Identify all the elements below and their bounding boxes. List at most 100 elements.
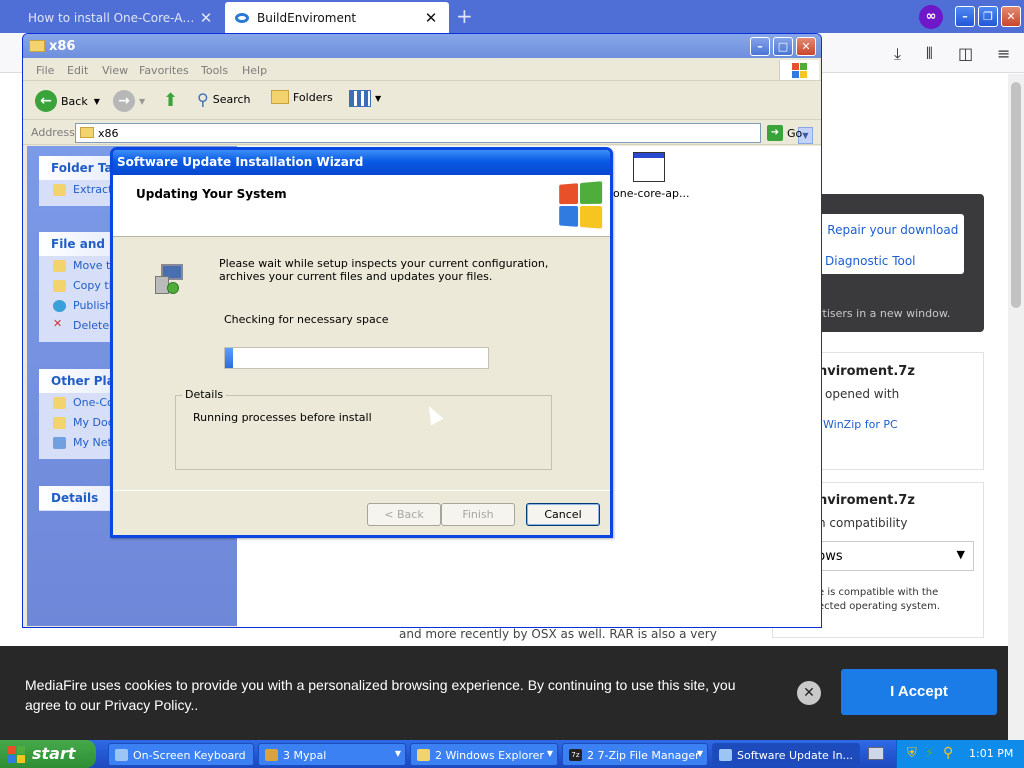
copy-icon bbox=[53, 280, 66, 292]
compat-note-2: ected operating system. bbox=[818, 601, 941, 612]
winzip-link[interactable]: WinZip for PC bbox=[823, 418, 898, 431]
views-button[interactable]: ▼ bbox=[349, 90, 381, 107]
task-label: Software Update In... bbox=[737, 749, 854, 762]
up-folder-button[interactable]: ⬆ bbox=[163, 90, 178, 111]
back-button[interactable]: < Back bbox=[367, 503, 441, 526]
diagnostic-tool-link[interactable]: Diagnostic Tool bbox=[825, 254, 916, 268]
move-icon bbox=[53, 260, 66, 272]
file-name[interactable]: one-core-ap... bbox=[613, 187, 689, 200]
network-icon bbox=[53, 437, 66, 449]
browser-close-button[interactable]: ✕ bbox=[1001, 6, 1021, 27]
explorer-title-bar[interactable]: x86 – □ ✕ bbox=[23, 34, 821, 58]
finish-button[interactable]: Finish bbox=[441, 503, 515, 526]
compat-note-1: e is compatible with the bbox=[818, 587, 939, 598]
up-folder-icon: ⬆ bbox=[163, 90, 179, 111]
search-button[interactable]: ⚲ Search bbox=[197, 90, 251, 109]
network-icon[interactable]: ⚡ bbox=[925, 746, 934, 761]
wizard-separator bbox=[113, 490, 610, 491]
wizard-banner: Updating Your System bbox=[113, 175, 610, 237]
keyboard-icon bbox=[115, 749, 128, 761]
explorer-maximize-button[interactable]: □ bbox=[773, 37, 793, 56]
browser-tab-buildenviroment[interactable]: BuildEnviroment ✕ bbox=[225, 2, 449, 33]
browser-tab-strip: How to install One-Core-API? - Wi ✕ Buil… bbox=[0, 0, 1024, 33]
my-documents-icon bbox=[53, 417, 66, 429]
task-mypal[interactable]: 3 Mypal ▼ bbox=[258, 743, 406, 766]
menu-edit[interactable]: Edit bbox=[67, 64, 88, 77]
menu-view[interactable]: View bbox=[102, 64, 128, 77]
new-tab-button[interactable]: + bbox=[456, 4, 473, 28]
mediafire-favicon-icon bbox=[235, 12, 249, 23]
task-label: 3 Mypal bbox=[283, 749, 327, 762]
wizard-status: Checking for necessary space bbox=[224, 313, 389, 326]
browser-tab-howto[interactable]: How to install One-Core-API? - Wi ✕ bbox=[18, 2, 224, 33]
browser-maximize-button[interactable]: ❐ bbox=[978, 6, 998, 27]
forward-arrow-icon: → bbox=[113, 90, 135, 112]
task-osk[interactable]: On-Screen Keyboard bbox=[108, 743, 254, 766]
menu-favorites[interactable]: Favorites bbox=[139, 64, 189, 77]
cancel-button[interactable]: Cancel bbox=[526, 503, 600, 526]
accept-cookies-button[interactable]: I Accept bbox=[841, 669, 997, 715]
place-label: My Net bbox=[73, 436, 112, 449]
start-button[interactable]: start bbox=[0, 740, 96, 768]
address-input[interactable]: x86 ▼ bbox=[75, 123, 813, 144]
task-explorer[interactable]: 2 Windows Explorer ▼ bbox=[410, 743, 558, 766]
chevron-down-icon: ▼ bbox=[956, 548, 965, 561]
windows-flag-icon bbox=[779, 60, 819, 80]
keyboard-language-icon[interactable] bbox=[868, 747, 884, 760]
menu-tools[interactable]: Tools bbox=[201, 64, 228, 77]
place-label: My Doc bbox=[73, 416, 114, 429]
explorer-minimize-button[interactable]: – bbox=[750, 37, 770, 56]
task-7zip[interactable]: 7z 2 7-Zip File Manager ▼ bbox=[562, 743, 708, 766]
go-arrow-icon: ➜ bbox=[767, 125, 783, 141]
mypal-icon bbox=[265, 749, 278, 761]
web-publish-icon bbox=[53, 300, 66, 312]
wizard-title[interactable]: Software Update Installation Wizard bbox=[113, 150, 610, 175]
card-file-title: nviroment.7z bbox=[818, 364, 915, 379]
progress-bar bbox=[224, 347, 489, 369]
browser-minimize-button[interactable]: – bbox=[955, 6, 975, 27]
repair-download-link[interactable]: 4. Repair your download bbox=[812, 223, 958, 237]
folders-label: Folders bbox=[293, 90, 333, 104]
download-icon[interactable]: ⤓ bbox=[894, 44, 901, 64]
chevron-down-icon[interactable]: ▼ bbox=[94, 97, 100, 106]
menu-help[interactable]: Help bbox=[242, 64, 267, 77]
menu-icon[interactable]: ≡ bbox=[997, 44, 1010, 63]
cookie-text: MediaFire uses cookies to provide you wi… bbox=[25, 677, 736, 713]
address-value: x86 bbox=[98, 127, 119, 140]
sidebar-icon[interactable]: ◫ bbox=[958, 44, 973, 63]
folder-icon bbox=[80, 127, 94, 138]
search-label: Search bbox=[212, 93, 251, 106]
explorer-menubar: File Edit View Favorites Tools Help bbox=[23, 59, 821, 81]
chevron-down-icon: ▼ bbox=[394, 749, 401, 758]
system-tray: ⛨ ⚡ ⚲ 1:01 PM bbox=[896, 740, 1024, 768]
details-group bbox=[175, 395, 552, 470]
security-shield-icon[interactable]: ⛨ bbox=[907, 746, 917, 761]
go-label: Go bbox=[787, 126, 803, 140]
taskbar: start On-Screen Keyboard 3 Mypal ▼ 2 Wind… bbox=[0, 740, 1024, 768]
address-label: Address bbox=[31, 126, 75, 139]
setup-computer-icon bbox=[155, 262, 187, 296]
back-button[interactable]: ← Back ▼ bbox=[35, 90, 100, 112]
chevron-down-icon: ▼ bbox=[546, 749, 553, 758]
task-label: Extract bbox=[73, 183, 113, 196]
setup-icon bbox=[719, 749, 732, 761]
go-button[interactable]: ➜ Go bbox=[767, 125, 802, 141]
page-scrollbar[interactable] bbox=[1008, 74, 1024, 740]
clock: 1:01 PM bbox=[969, 747, 1014, 760]
library-icon[interactable]: ⫴ bbox=[926, 44, 933, 64]
folders-button[interactable]: Folders bbox=[271, 90, 333, 104]
explorer-title: x86 bbox=[49, 39, 76, 54]
menu-file[interactable]: File bbox=[36, 64, 54, 77]
search-tray-icon[interactable]: ⚲ bbox=[943, 745, 953, 761]
explorer-close-button[interactable]: ✕ bbox=[796, 37, 816, 56]
task-label: Publish bbox=[73, 299, 113, 312]
scrollbar-thumb[interactable] bbox=[1011, 82, 1021, 308]
application-file-icon[interactable] bbox=[633, 152, 665, 182]
folder-icon bbox=[53, 397, 66, 409]
forward-button[interactable]: → ▼ bbox=[113, 90, 145, 112]
tab-close-icon[interactable]: ✕ bbox=[423, 9, 439, 27]
tab-close-icon[interactable]: ✕ bbox=[198, 9, 214, 27]
delete-icon: ✕ bbox=[53, 317, 63, 330]
task-software-update[interactable]: Software Update In... bbox=[712, 743, 860, 766]
cookie-close-button[interactable]: ✕ bbox=[797, 681, 821, 705]
